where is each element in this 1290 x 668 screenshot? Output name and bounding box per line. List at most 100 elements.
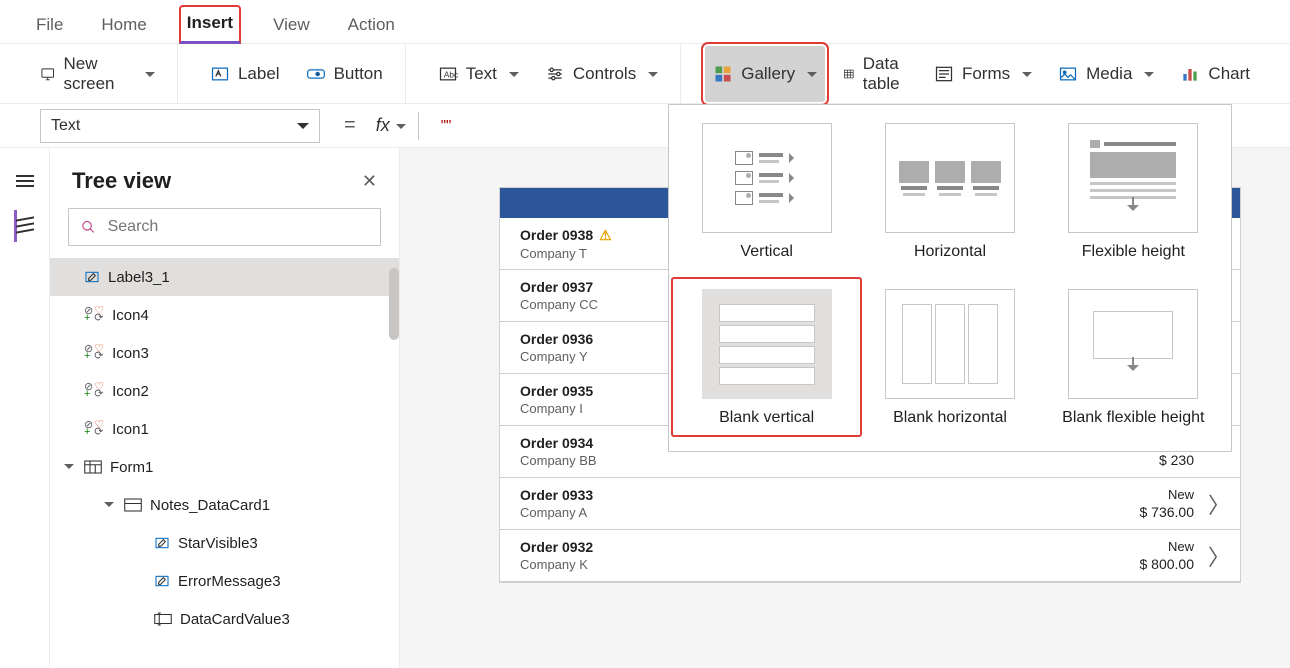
- controls-label: Controls: [573, 64, 636, 84]
- chevron-right-icon[interactable]: 〉: [1208, 540, 1226, 572]
- media-icon: [1058, 64, 1078, 84]
- order-company: Company T: [520, 246, 612, 261]
- equals-sign: =: [332, 114, 368, 137]
- order-price: $ 800.00: [1140, 556, 1195, 572]
- menu-home[interactable]: Home: [95, 9, 152, 43]
- tree-list: Label3_1 ⊘+♡⟳ Icon4 ⊘+♡⟳ Icon3 ⊘+♡⟳Icon2 ⊘…: [50, 258, 399, 638]
- tree-item[interactable]: StarVisible3: [50, 524, 399, 562]
- fx-button[interactable]: fx: [368, 115, 414, 136]
- left-rail: [0, 148, 50, 668]
- icon-control-icon: ⊘+♡⟳: [84, 422, 104, 436]
- tree-item[interactable]: Label3_1: [50, 258, 399, 296]
- tree-scrollbar-thumb[interactable]: [389, 268, 399, 340]
- tree-item-label: Notes_DataCard1: [150, 497, 270, 514]
- tree-item-label: Label3_1: [108, 269, 170, 286]
- tree-item[interactable]: ErrorMessage3: [50, 562, 399, 600]
- forms-icon: [934, 64, 954, 84]
- chevron-right-icon[interactable]: 〉: [1208, 488, 1226, 520]
- tree-item-label: Icon4: [112, 307, 149, 324]
- gallery-thumb-vertical: [702, 123, 832, 233]
- gallery-dropdown[interactable]: Gallery: [705, 46, 825, 102]
- tree-item[interactable]: ⊘+♡⟳ Icon1: [50, 410, 399, 448]
- gallery-option-blank-vertical[interactable]: Blank vertical: [689, 289, 844, 427]
- datacard-icon: [124, 498, 142, 512]
- menu-view[interactable]: View: [267, 9, 316, 43]
- tree-view-panel: Tree view ✕ Label3_1 ⊘+♡⟳Icon4 ⊘+♡⟳Icon3…: [50, 148, 400, 668]
- tree-view-rail-icon[interactable]: [14, 216, 36, 234]
- gallery-option-vertical[interactable]: Vertical: [689, 123, 844, 261]
- gallery-option-label: Flexible height: [1082, 243, 1185, 261]
- menu-bar: File Home Insert View Action: [0, 0, 1290, 44]
- data-table-icon: [843, 64, 855, 84]
- button-button[interactable]: Button: [298, 58, 391, 90]
- new-screen-button[interactable]: New screen: [32, 48, 163, 100]
- tree-item[interactable]: ⊘+♡⟳Icon2: [50, 372, 399, 410]
- order-price: $ 230: [1159, 452, 1194, 468]
- controls-dropdown[interactable]: Controls: [537, 58, 666, 90]
- order-company: Company Y: [520, 349, 593, 364]
- button-icon: [306, 64, 326, 84]
- property-name: Text: [51, 117, 80, 135]
- gallery-option-label: Blank vertical: [719, 409, 814, 427]
- property-selector[interactable]: Text: [40, 109, 320, 143]
- new-screen-label: New screen: [63, 54, 132, 94]
- data-table-button[interactable]: Data table: [835, 48, 916, 100]
- label-button[interactable]: Label: [202, 58, 288, 90]
- order-title: Order 0935: [520, 383, 593, 399]
- formula-value[interactable]: "": [423, 117, 452, 134]
- tree-item-label: Icon1: [112, 421, 149, 438]
- chart-button[interactable]: Chart: [1172, 58, 1258, 90]
- label-icon: [84, 269, 100, 285]
- screen-icon: [40, 64, 55, 84]
- warning-icon: ⚠: [599, 227, 612, 244]
- tree-search[interactable]: [68, 208, 381, 246]
- order-status: New: [1168, 487, 1194, 502]
- media-dropdown[interactable]: Media: [1050, 58, 1162, 90]
- close-icon[interactable]: ✕: [362, 171, 377, 192]
- gallery-option-horizontal[interactable]: Horizontal: [872, 123, 1027, 261]
- menu-action[interactable]: Action: [342, 9, 401, 43]
- order-title: Order 0938 ⚠: [520, 227, 612, 244]
- controls-icon: [545, 64, 565, 84]
- icon-control-icon: ⊘+♡⟳: [84, 308, 104, 322]
- order-row[interactable]: Order 0932 Company K New $ 800.00 〉: [500, 530, 1240, 582]
- gallery-thumb-horizontal: [885, 123, 1015, 233]
- tree-item-label: ErrorMessage3: [178, 573, 281, 590]
- text-label: Text: [466, 64, 497, 84]
- svg-text:Abc: Abc: [444, 69, 458, 79]
- textinput-icon: [154, 612, 172, 626]
- gallery-option-label: Vertical: [740, 243, 792, 261]
- gallery-label: Gallery: [741, 64, 795, 84]
- expand-caret-icon[interactable]: [104, 502, 114, 512]
- label-icon: [154, 573, 170, 589]
- tree-item[interactable]: ⊘+♡⟳ Icon3: [50, 334, 399, 372]
- tree-item[interactable]: ⊘+♡⟳ Icon4: [50, 296, 399, 334]
- order-row[interactable]: Order 0933 Company A New $ 736.00 〉: [500, 478, 1240, 530]
- media-label: Media: [1086, 64, 1132, 84]
- hamburger-icon[interactable]: [16, 172, 34, 190]
- insert-ribbon: New screen Label Button Abc Text Control…: [0, 44, 1290, 104]
- tree-item[interactable]: Notes_DataCard1: [50, 486, 399, 524]
- order-title: Order 0932: [520, 539, 593, 555]
- expand-caret-icon[interactable]: [64, 464, 74, 474]
- forms-dropdown[interactable]: Forms: [926, 58, 1040, 90]
- gallery-option-blank-horizontal[interactable]: Blank horizontal: [872, 289, 1027, 427]
- tree-item-label: Icon3: [112, 345, 149, 362]
- tree-item-label: Form1: [110, 459, 153, 476]
- text-dropdown[interactable]: Abc Text: [430, 58, 527, 90]
- menu-insert[interactable]: Insert: [179, 5, 241, 44]
- text-icon: Abc: [438, 64, 458, 84]
- tree-item[interactable]: Form1: [50, 448, 399, 486]
- gallery-option-flexible[interactable]: Flexible height: [1056, 123, 1211, 261]
- gallery-option-blank-flexible[interactable]: Blank flexible height: [1056, 289, 1211, 427]
- icon-control-icon: ⊘+♡⟳: [84, 346, 104, 360]
- data-table-label: Data table: [863, 54, 908, 94]
- label-icon: [210, 64, 230, 84]
- search-input[interactable]: [106, 217, 368, 237]
- chart-icon: [1180, 64, 1200, 84]
- tree-item[interactable]: DataCardValue3: [50, 600, 399, 638]
- gallery-option-label: Blank flexible height: [1062, 409, 1204, 427]
- order-price: $ 736.00: [1140, 504, 1195, 520]
- order-company: Company BB: [520, 453, 597, 468]
- menu-file[interactable]: File: [30, 9, 69, 43]
